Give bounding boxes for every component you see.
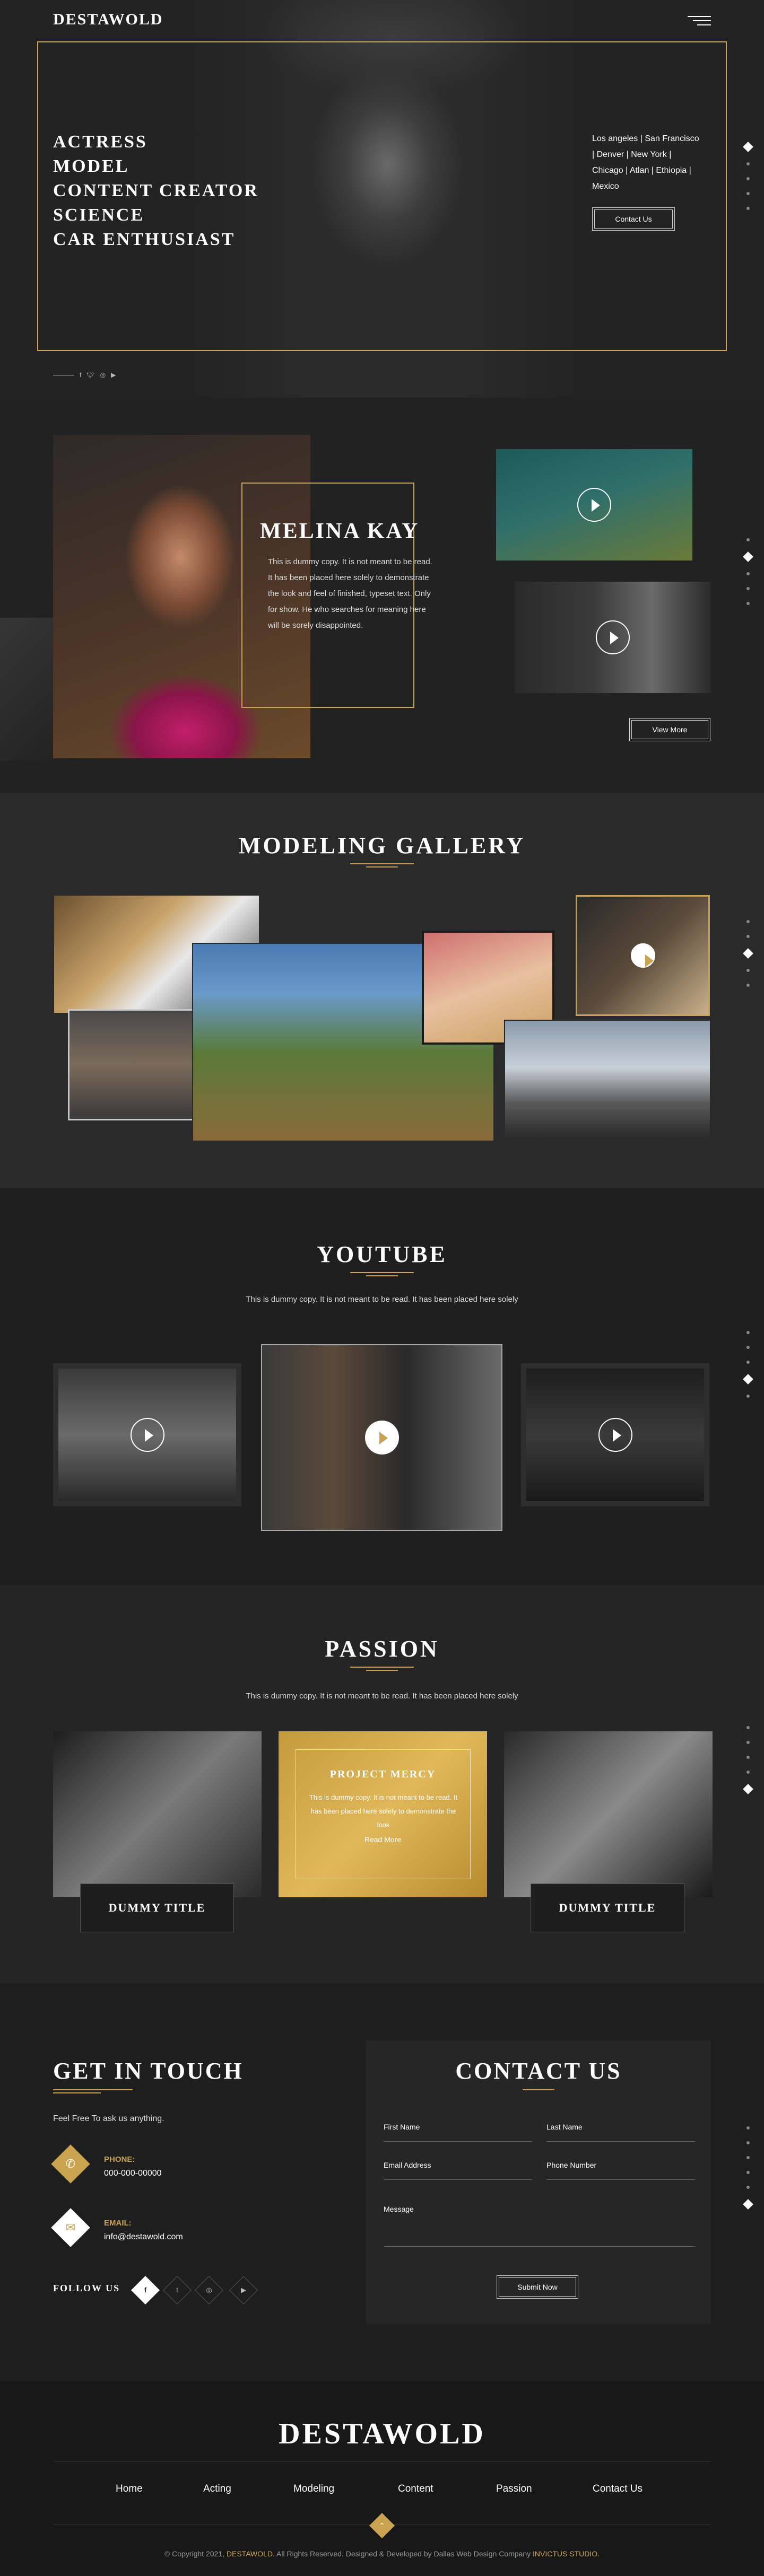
gallery-title: MODELING GALLERY	[238, 833, 526, 858]
youtube-subtitle: This is dummy copy. It is not meant to b…	[246, 1295, 518, 1304]
email-address[interactable]: info@destawold.com	[104, 2232, 183, 2242]
passion-card-image[interactable]	[53, 1731, 262, 1897]
about-section: MELINA KAY This is dummy copy. It is not…	[0, 398, 764, 793]
contact-us-button[interactable]: Contact Us	[592, 207, 675, 231]
play-icon[interactable]	[130, 1418, 164, 1452]
last-name-label: Last Name	[546, 2123, 583, 2131]
video-thumbnail[interactable]	[521, 1363, 709, 1506]
menu-icon[interactable]	[688, 16, 711, 29]
section-nav-dots[interactable]	[743, 2126, 753, 2220]
view-more-button[interactable]: View More	[629, 718, 710, 741]
passion-card-image[interactable]	[504, 1731, 713, 1897]
facebook-icon[interactable]: f	[80, 371, 81, 379]
phone-number[interactable]: 000-000-00000	[104, 2169, 162, 2178]
hero-social-links: f 🐦︎ ◎ ▶	[53, 371, 116, 379]
contact-tagline: Feel Free To ask us anything.	[53, 2114, 164, 2123]
email-field[interactable]	[384, 2179, 532, 2180]
instagram-icon[interactable]: ◎	[195, 2276, 223, 2305]
card-title: PROJECT MERCY	[329, 1768, 436, 1780]
email-label: EMAIL:	[104, 2219, 132, 2228]
message-label: Message	[384, 2205, 414, 2213]
youtube-section: YOUTUBE This is dummy copy. It is not me…	[0, 1188, 764, 1585]
role-item: ACTRESS	[53, 132, 147, 152]
gallery-image[interactable]	[576, 895, 710, 1016]
section-nav-dots[interactable]	[743, 538, 753, 617]
email-icon: ✉	[51, 2208, 90, 2247]
page: DESTAWOLD ACTRESS MODEL CONTENT CREATOR …	[0, 0, 764, 2576]
play-icon[interactable]	[596, 620, 630, 654]
twitter-icon[interactable]: 🐦︎	[86, 371, 94, 379]
role-item: SCIENCE	[53, 205, 145, 225]
role-item: MODEL	[53, 156, 129, 176]
get-in-touch-title: GET IN TOUCH	[53, 2058, 244, 2084]
contact-form: CONTACT US First Name Last Name Email Ad…	[366, 2040, 711, 2324]
studio-link[interactable]: INVICTUS STUDIO.	[533, 2549, 600, 2558]
expand-icon[interactable]	[630, 943, 655, 968]
card-title[interactable]: DUMMY TITLE	[80, 1883, 234, 1932]
play-icon[interactable]	[577, 488, 611, 522]
phone-field[interactable]	[546, 2179, 695, 2180]
role-item: CAR ENTHUSIAST	[53, 230, 236, 249]
footer-logo[interactable]: DESTAWOLD	[0, 2417, 764, 2451]
card-text: This is dummy copy. It is not meant to b…	[309, 1793, 458, 1829]
nav-contact-us[interactable]: Contact Us	[593, 2483, 643, 2495]
profile-name: MELINA KAY	[260, 519, 420, 544]
card-title[interactable]: DUMMY TITLE	[531, 1883, 684, 1932]
nav-acting[interactable]: Acting	[203, 2483, 231, 2495]
first-name-label: First Name	[384, 2123, 420, 2131]
project-mercy-card[interactable]: PROJECT MERCY This is dummy copy. It is …	[279, 1731, 487, 1897]
contact-section: GET IN TOUCH Feel Free To ask us anythin…	[0, 1983, 764, 2381]
gallery-section: MODELING GALLERY	[0, 793, 764, 1188]
phone-label: PHONE:	[104, 2155, 135, 2164]
message-field[interactable]	[384, 2246, 695, 2247]
section-nav-dots[interactable]	[743, 920, 753, 998]
video-thumbnail-featured[interactable]	[261, 1344, 502, 1531]
site-logo[interactable]: DESTAWOLD	[53, 11, 163, 29]
instagram-icon[interactable]: ◎	[100, 371, 106, 379]
video-thumbnail[interactable]	[53, 1363, 241, 1506]
hero-cities: Los angeles | San Francisco | Denver | N…	[592, 134, 699, 191]
facebook-icon[interactable]: f	[131, 2276, 160, 2305]
nav-home[interactable]: Home	[116, 2483, 143, 2495]
follow-us-label: FOLLOW US	[53, 2283, 120, 2293]
submit-button[interactable]: Submit Now	[497, 2275, 578, 2299]
section-nav-dots[interactable]	[743, 142, 753, 222]
gallery-image[interactable]	[504, 1020, 711, 1139]
footer: DESTAWOLD Home Acting Modeling Content P…	[0, 2381, 764, 2576]
last-name-field[interactable]	[546, 2141, 695, 2142]
phone-icon: ✆	[51, 2144, 90, 2184]
section-nav-dots[interactable]	[743, 1726, 753, 1804]
role-item: CONTENT CREATOR	[53, 181, 259, 200]
hero-section: DESTAWOLD ACTRESS MODEL CONTENT CREATOR …	[0, 0, 764, 398]
youtube-icon[interactable]: ▶	[111, 371, 116, 379]
phone-field-label: Phone Number	[546, 2161, 597, 2169]
video-thumbnail[interactable]	[515, 582, 711, 693]
brand-link[interactable]: DESTAWOLD	[227, 2549, 273, 2558]
copyright: © Copyright 2021, DESTAWOLD. All Rights …	[164, 2549, 600, 2558]
hero-roles: ACTRESS MODEL CONTENT CREATOR SCIENCE CA…	[53, 130, 259, 252]
profile-bio: This is dummy copy. It is not meant to b…	[268, 557, 432, 630]
passion-section: PASSION This is dummy copy. It is not me…	[0, 1585, 764, 1983]
contact-us-title: CONTACT US	[455, 2058, 622, 2084]
youtube-icon[interactable]: ▶	[229, 2276, 258, 2305]
nav-passion[interactable]: Passion	[496, 2483, 532, 2495]
video-thumbnail[interactable]	[496, 449, 692, 560]
read-more-link[interactable]: Read More	[279, 1835, 487, 1844]
scroll-top-icon[interactable]: ⌃	[369, 2512, 395, 2539]
twitter-icon[interactable]: t	[163, 2276, 192, 2305]
youtube-title: YOUTUBE	[317, 1241, 447, 1267]
nav-content[interactable]: Content	[398, 2483, 433, 2495]
passion-title: PASSION	[325, 1636, 439, 1662]
email-field-label: Email Address	[384, 2161, 431, 2169]
section-nav-dots[interactable]	[743, 1331, 753, 1409]
passion-subtitle: This is dummy copy. It is not meant to b…	[246, 1692, 518, 1701]
play-icon[interactable]	[598, 1418, 632, 1452]
nav-modeling[interactable]: Modeling	[293, 2483, 334, 2495]
play-icon[interactable]	[364, 1421, 399, 1455]
first-name-field[interactable]	[384, 2141, 532, 2142]
